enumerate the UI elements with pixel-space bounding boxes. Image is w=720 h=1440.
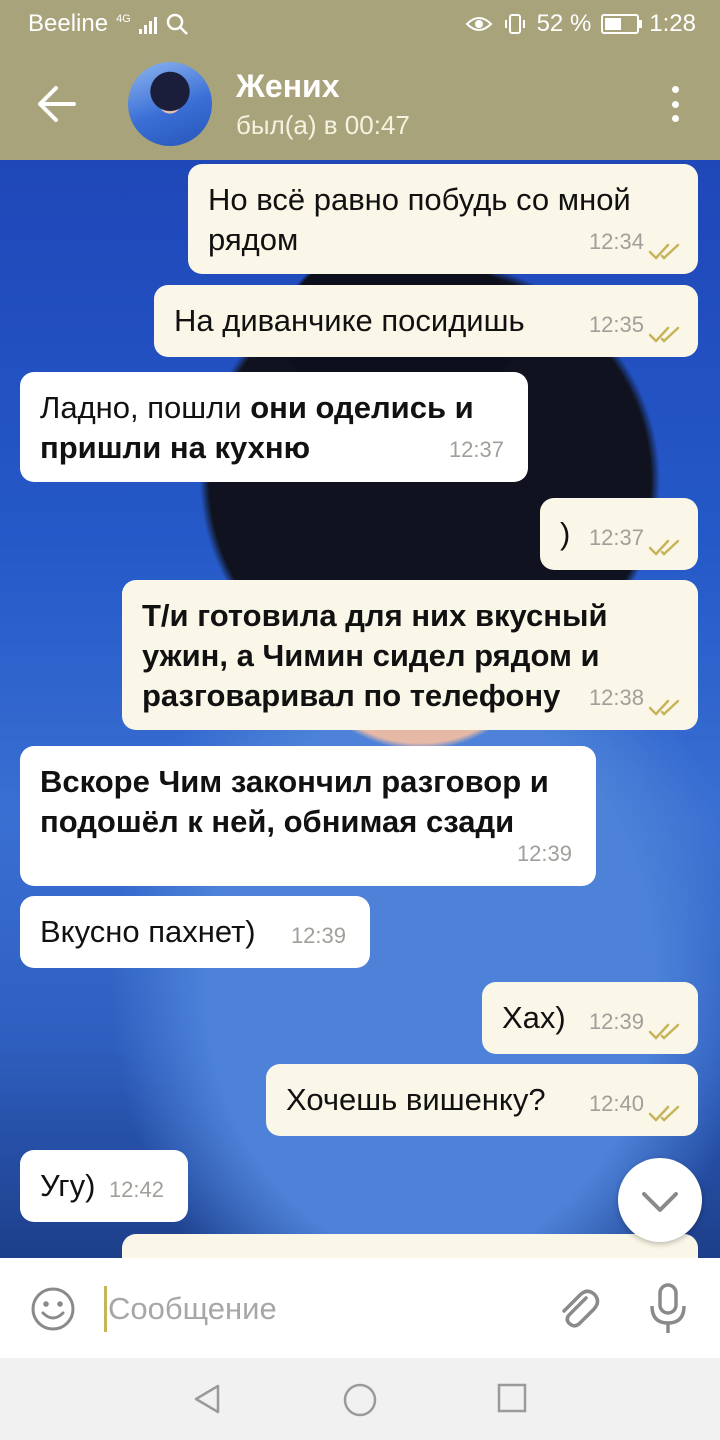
last-seen-status: был(а) в 00:47 (236, 110, 410, 140)
message-time: 12:34 (588, 229, 644, 254)
status-left: Beeline 4G (28, 10, 189, 38)
double-check-icon (648, 1023, 680, 1040)
clock: 1:28 (649, 10, 696, 37)
double-check-icon (648, 539, 680, 556)
double-check-icon (648, 1105, 680, 1122)
message-time: 12:39 (290, 923, 346, 948)
message-bubble[interactable]: Но всё равно побудь со мной рядом 12:34 (188, 164, 698, 274)
battery-icon (601, 14, 643, 34)
status-right: 52 % 1:28 (465, 10, 696, 38)
double-check-icon (648, 699, 680, 716)
message-bubble[interactable]: Хочешь вишенку? 12:40 (266, 1064, 698, 1136)
message-bubble[interactable]: На диванчике посидишь 12:35 (154, 285, 698, 357)
message-bubble[interactable]: ) 12:37 (540, 498, 698, 570)
message-text: Вскоре Чим закончил разговор и подошёл к… (40, 764, 549, 839)
message-text-plain: Ладно, пошли (40, 390, 251, 425)
message-bubble[interactable]: Вскоре Чим закончил разговор и подошёл к… (20, 746, 596, 886)
carrier-label: Beeline (28, 10, 109, 37)
message-time: 12:40 (588, 1091, 644, 1116)
status-bar: Beeline 4G 52 % 1:28 (0, 0, 720, 48)
message-bubble[interactable]: Ладно, пошли они оделись и пришли на кух… (20, 372, 528, 482)
arrow-left-icon[interactable] (34, 84, 78, 124)
more-vertical-icon[interactable] (670, 86, 680, 122)
scroll-down-button[interactable] (618, 1158, 702, 1242)
message-time: 12:37 (448, 437, 504, 462)
chat-area[interactable]: Но всё равно побудь со мной рядом 12:34 … (0, 160, 720, 1258)
message-time: 12:42 (108, 1177, 164, 1202)
message-time: 12:39 (516, 841, 572, 866)
chat-header: Жених был(а) в 00:47 (0, 48, 720, 160)
message-time: 12:37 (588, 525, 644, 550)
smiley-icon[interactable] (30, 1286, 76, 1332)
text-cursor (104, 1286, 107, 1332)
chevron-down-icon (642, 1192, 678, 1212)
nav-recents-icon[interactable] (496, 1382, 528, 1414)
battery-percent: 52 % (536, 10, 592, 37)
message-time: 12:39 (588, 1009, 644, 1034)
message-bubble[interactable]: Вкусно пахнет) 12:39 (20, 896, 370, 968)
microphone-icon[interactable] (646, 1282, 690, 1336)
double-check-icon (648, 243, 680, 260)
eye-icon (465, 17, 492, 31)
message-composer (0, 1258, 720, 1358)
paperclip-icon[interactable] (552, 1284, 602, 1334)
chat-title[interactable]: Жених (236, 68, 340, 105)
message-bubble[interactable]: Угу) 12:42 (20, 1150, 188, 1222)
signal-icon (138, 14, 157, 34)
network-label: 4G (116, 13, 131, 25)
avatar[interactable] (128, 62, 212, 146)
message-time: 12:38 (588, 685, 644, 710)
system-navigation-bar (0, 1358, 720, 1440)
message-input[interactable] (108, 1286, 528, 1332)
search-icon (166, 13, 188, 35)
message-time: 12:35 (588, 312, 644, 337)
message-bubble[interactable]: Т/и готовила для них вкусный ужин, а Чим… (122, 580, 698, 730)
double-check-icon (648, 326, 680, 343)
nav-back-icon[interactable] (190, 1382, 224, 1416)
message-text: Ладно, пошли они оделись и пришли на кух… (40, 388, 508, 468)
vibrate-icon (504, 14, 525, 34)
message-bubble-partial[interactable] (122, 1234, 698, 1258)
message-bubble[interactable]: Хах) 12:39 (482, 982, 698, 1054)
nav-home-icon[interactable] (342, 1382, 378, 1418)
